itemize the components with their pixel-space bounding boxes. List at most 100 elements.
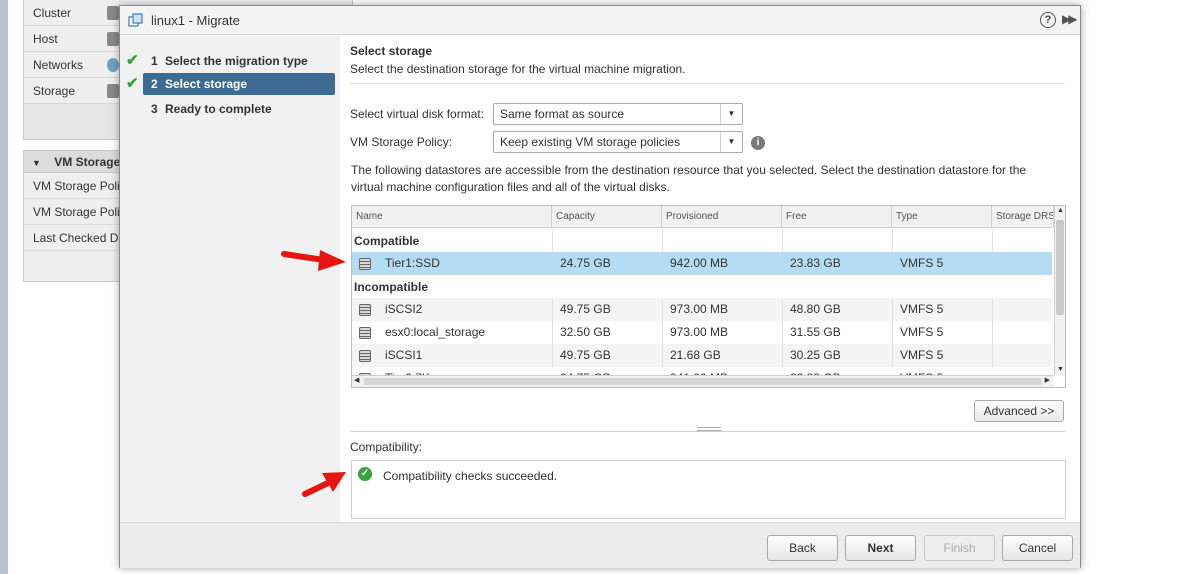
cell-provisioned: 942.00 MB — [670, 256, 729, 270]
compatibility-panel: ✓ Compatibility checks succeeded. — [351, 460, 1066, 519]
divider — [350, 431, 1065, 432]
cell-free: 23.83 GB — [790, 256, 841, 270]
step-number: 1 — [151, 54, 158, 68]
dropdown-arrow-icon: ▼ — [720, 104, 742, 124]
dialog-footer: Back Next Finish Cancel — [120, 522, 1080, 568]
resize-splitter-handle[interactable] — [697, 427, 721, 431]
cell-name: esx0:local_storage — [385, 325, 486, 339]
storage-policy-label: VM Storage Policy: — [350, 135, 453, 149]
table-body: Compatible Tier1:SSD 24.75 GB 942.00 MB … — [352, 229, 1052, 375]
table-row[interactable]: iSCSI1 49.75 GB 21.68 GB 30.25 GB VMFS 5 — [352, 344, 1052, 367]
column-header-storage-drs[interactable]: Storage DRS — [992, 206, 1054, 228]
column-header-free[interactable]: Free — [782, 206, 892, 228]
cell-free: 31.55 GB — [790, 325, 841, 339]
cell-provisioned: 973.00 MB — [670, 302, 729, 316]
scroll-thumb[interactable] — [1056, 220, 1064, 315]
cell-name: iSCSI1 — [385, 348, 423, 362]
wizard-step-3[interactable]: 3 Ready to complete — [120, 98, 335, 120]
advanced-button[interactable]: Advanced >> — [974, 400, 1064, 422]
check-icon: ✔ — [126, 52, 139, 69]
scroll-left-arrow-icon[interactable]: ◀ — [354, 376, 359, 384]
migrate-vm-icon — [128, 13, 143, 27]
check-icon: ✔ — [126, 75, 139, 92]
annotation-arrow-icon — [302, 472, 346, 497]
cell-type: VMFS 5 — [894, 367, 943, 375]
wizard-steps-nav: ✔ 1 Select the migration type ✔ 2 Select… — [120, 36, 340, 522]
page-description: Select the destination storage for the v… — [350, 62, 686, 76]
compatibility-message: Compatibility checks succeeded. — [383, 469, 558, 483]
compatibility-label: Compatibility: — [350, 440, 423, 454]
table-horizontal-scrollbar[interactable]: ◀ ▶ — [352, 375, 1054, 387]
scroll-right-arrow-icon[interactable]: ▶ — [1045, 376, 1050, 384]
cell-capacity: 49.75 GB — [560, 348, 611, 362]
column-header-provisioned[interactable]: Provisioned — [662, 206, 782, 228]
cell-free: 30.25 GB — [790, 348, 841, 362]
table-row[interactable]: Tier2:7K 24.75 GB 941.00 MB 23.83 GB VMF… — [352, 367, 1052, 375]
scroll-down-arrow-icon[interactable]: ▼ — [1057, 366, 1064, 373]
disk-format-select[interactable]: Same format as source ▼ — [493, 103, 743, 125]
group-row-incompatible: Incompatible — [352, 275, 1052, 298]
cancel-button[interactable]: Cancel — [1002, 535, 1073, 561]
datastore-icon — [359, 304, 371, 316]
table-row[interactable]: Tier1:SSD 24.75 GB 942.00 MB 23.83 GB VM… — [352, 252, 1052, 275]
cell-capacity: 24.75 GB — [554, 367, 611, 375]
cluster-icon — [107, 6, 119, 20]
scroll-thumb[interactable] — [364, 378, 1042, 385]
row-label: Networks — [33, 58, 84, 72]
row-label: Cluster — [33, 6, 72, 20]
cell-provisioned: 973.00 MB — [670, 325, 729, 339]
wizard-step-2[interactable]: ✔ 2 Select storage — [126, 73, 335, 95]
column-header-name[interactable]: Name — [352, 206, 552, 228]
column-header-type[interactable]: Type — [892, 206, 992, 228]
disk-format-value: Same format as source — [500, 107, 625, 121]
cell-type: VMFS 5 — [900, 348, 944, 362]
cell-type: VMFS 5 — [900, 256, 944, 270]
cell-capacity: 32.50 GB — [560, 325, 611, 339]
expand-icon[interactable]: ▶▶ — [1062, 12, 1078, 26]
column-header-capacity[interactable]: Capacity — [552, 206, 662, 228]
row-label: Storage — [33, 84, 76, 98]
cell-capacity: 24.75 GB — [560, 256, 611, 270]
storage-policy-select[interactable]: Keep existing VM storage policies ▼ — [493, 131, 743, 153]
table-row[interactable]: iSCSI2 49.75 GB 973.00 MB 48.80 GB VMFS … — [352, 298, 1052, 321]
group-label: Compatible — [354, 234, 420, 248]
scroll-up-arrow-icon[interactable]: ▲ — [1057, 207, 1064, 214]
storage-policy-value: Keep existing VM storage policies — [500, 135, 681, 149]
datastore-icon — [359, 350, 371, 362]
cell-free: 48.80 GB — [790, 302, 841, 316]
wizard-step-1[interactable]: ✔ 1 Select the migration type — [120, 50, 335, 72]
step-number: 2 — [151, 77, 158, 91]
table-header: Name Capacity Provisioned Free Type Stor… — [352, 206, 1054, 228]
cell-type: VMFS 5 — [900, 302, 944, 316]
cell-capacity: 49.75 GB — [560, 302, 611, 316]
page-title: Select storage — [350, 44, 433, 58]
cell-free: 23.83 GB — [784, 367, 841, 375]
help-icon[interactable]: ? — [1040, 12, 1056, 28]
info-icon[interactable]: i — [751, 136, 765, 150]
table-row[interactable]: esx0:local_storage 32.50 GB 973.00 MB 31… — [352, 321, 1052, 344]
select-storage-page: Select storage Select the destination st… — [349, 36, 1067, 522]
collapse-triangle-icon: ▼ — [32, 158, 41, 168]
row-label: Host — [33, 32, 58, 46]
cell-name: iSCSI2 — [385, 302, 423, 316]
next-button[interactable]: Next — [845, 535, 916, 561]
success-check-icon: ✓ — [358, 467, 372, 481]
host-icon — [107, 32, 119, 46]
cell-provisioned: 21.68 GB — [670, 348, 721, 362]
storage-icon — [107, 84, 119, 98]
dialog-titlebar[interactable]: linux1 - Migrate ? ▶▶ — [120, 6, 1080, 35]
group-row-compatible: Compatible — [352, 229, 1052, 252]
cell-provisioned: 941.00 MB — [664, 367, 728, 375]
step-label: Select the migration type — [165, 54, 308, 68]
dialog-title: linux1 - Migrate — [151, 13, 240, 28]
app-left-strip — [0, 0, 8, 574]
table-vertical-scrollbar[interactable]: ▲ ▼ — [1054, 206, 1065, 375]
back-button[interactable]: Back — [767, 535, 838, 561]
datastores-description: The following datastores are accessible … — [351, 163, 1027, 194]
finish-button[interactable]: Finish — [924, 535, 995, 561]
datastore-table: Name Capacity Provisioned Free Type Stor… — [351, 205, 1066, 388]
panel-title: VM Storage — [54, 155, 121, 169]
step-number: 3 — [151, 102, 158, 116]
migrate-dialog: linux1 - Migrate ? ▶▶ ✔ 1 Select the mig… — [119, 5, 1081, 568]
datastore-icon — [359, 258, 371, 270]
